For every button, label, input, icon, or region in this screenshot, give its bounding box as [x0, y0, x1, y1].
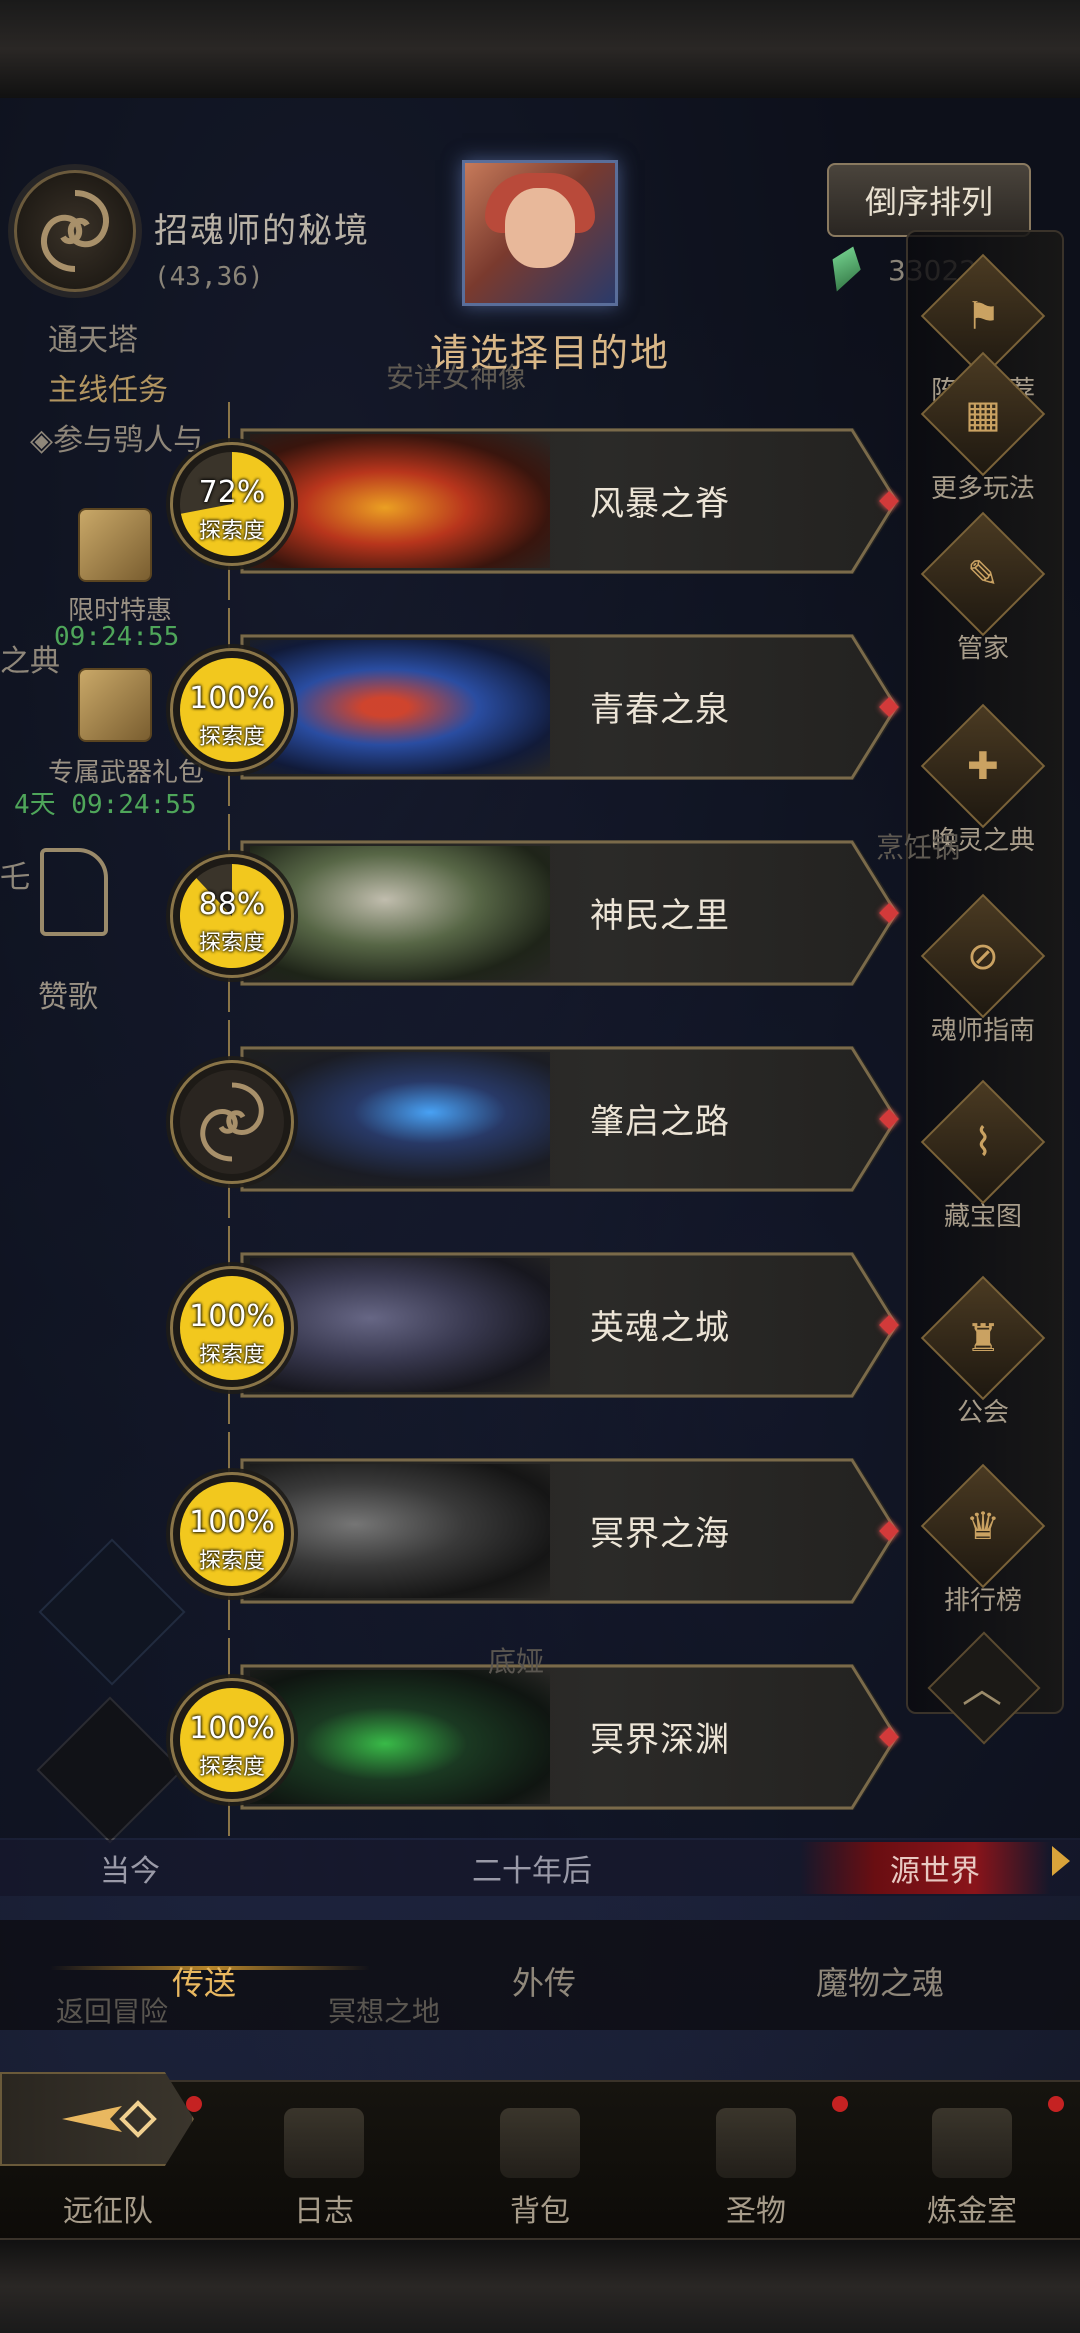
destination-card[interactable]: 英魂之城 100% 探索度: [170, 1226, 900, 1424]
badge-ornament: [228, 1178, 230, 1218]
weapon-pack-timer: 4天 09:24:55: [14, 790, 197, 820]
butler-button[interactable]: ✎ 管家: [906, 511, 1060, 665]
explore-progress-badge: 100% 探索度: [170, 1678, 294, 1802]
badge-ornament: [228, 1796, 230, 1836]
limited-offer-timer: 09:24:55: [54, 622, 180, 652]
notification-dot: [186, 2096, 202, 2112]
bag-icon: [500, 2108, 580, 2178]
progress-pie: [180, 1070, 284, 1174]
scene-label: 返回冒险: [56, 1995, 169, 2028]
harp-icon[interactable]: [40, 848, 108, 936]
explore-percent: 100%: [189, 681, 275, 716]
map-coordinates: (43,36): [154, 262, 264, 292]
nav-alchemy[interactable]: 炼金室: [882, 2090, 1062, 2230]
destination-name: 英魂之城: [590, 1308, 730, 1348]
badge-ornament: [228, 1590, 230, 1630]
player-avatar[interactable]: [462, 160, 618, 306]
chevron-up-icon: ︿: [962, 1666, 1002, 1712]
guild-icon: ♜: [920, 1275, 1046, 1401]
badge-ornament: [228, 1020, 230, 1060]
modal-title: 请选择目的地: [429, 331, 670, 375]
scene-label: 底娅: [488, 1645, 545, 1678]
destination-card[interactable]: 冥界之海 100% 探索度: [170, 1432, 900, 1630]
explore-label: 探索度: [198, 519, 265, 544]
explore-label: 探索度: [198, 1755, 265, 1780]
compass-icon: ⊘: [920, 893, 1046, 1019]
quill-icon: ✎: [920, 511, 1046, 637]
explore-progress-badge: [170, 1060, 294, 1184]
trophy-icon: ♛: [920, 1463, 1046, 1589]
explore-progress-badge: 88% 探索度: [170, 854, 294, 978]
badge-ornament: [228, 814, 230, 854]
destination-card[interactable]: 青春之泉 100% 探索度: [170, 608, 900, 806]
destination-name: 青春之泉: [590, 690, 730, 730]
map-icon: ⌇: [920, 1079, 1046, 1205]
chalice-icon: [716, 2108, 796, 2178]
explore-progress-badge: 100% 探索度: [170, 1266, 294, 1390]
explore-percent: 88%: [198, 887, 266, 922]
nav-log[interactable]: 日志: [234, 2090, 414, 2230]
badge-ornament: [228, 972, 230, 1012]
badge-ornament: [228, 766, 230, 806]
map-name: 招魂师的秘境: [154, 211, 370, 251]
side-label-cut: 乇: [0, 860, 30, 895]
top-frame-bar: [0, 0, 1080, 100]
explore-progress-badge: 100% 探索度: [170, 1472, 294, 1596]
gift-box-icon[interactable]: [78, 668, 152, 742]
badge-ornament: [228, 608, 230, 648]
destination-card[interactable]: 肇启之路: [170, 1020, 900, 1218]
map-emblem-icon: [14, 170, 136, 292]
explore-progress-badge: 72% 探索度: [170, 442, 294, 566]
tab-monster-soul[interactable]: 魔物之魂: [816, 1958, 944, 2004]
nav-relic[interactable]: 圣物: [666, 2090, 846, 2230]
destination-card[interactable]: 神民之里 88% 探索度: [170, 814, 900, 1012]
quest-join[interactable]: ◈参与鸮人与: [30, 415, 203, 459]
side-label-cut: 之典: [0, 644, 60, 679]
gift-box-icon[interactable]: [78, 508, 152, 582]
tab-side-story[interactable]: 外传: [512, 1958, 576, 2004]
explore-percent: 100%: [189, 1505, 275, 1540]
explore-label: 探索度: [198, 1343, 265, 1368]
destination-name: 冥界深渊: [590, 1720, 730, 1760]
bottom-frame-bar: [0, 2238, 1080, 2333]
badge-ornament: [228, 1384, 230, 1424]
tab-teleport[interactable]: 传送: [172, 1958, 236, 2004]
explore-label: 探索度: [198, 725, 265, 750]
guild-button[interactable]: ♜ 公会: [906, 1275, 1060, 1429]
era-tab-origin[interactable]: 源世界: [890, 1846, 980, 1890]
era-tab-later[interactable]: 二十年后: [472, 1846, 592, 1890]
explore-label: 探索度: [198, 931, 265, 956]
scroll-icon: [284, 2108, 364, 2178]
era-tab-now[interactable]: 当今: [100, 1846, 160, 1890]
explore-percent: 72%: [198, 475, 266, 510]
scene-label: 冥想之地: [328, 1995, 441, 2028]
hymn-label[interactable]: 赞歌: [38, 972, 98, 1016]
destination-name: 肇启之路: [590, 1102, 730, 1142]
alchemy-icon: [932, 2108, 1012, 2178]
badge-ornament: [228, 1638, 230, 1678]
explore-percent: 100%: [189, 1299, 275, 1334]
nav-expedition[interactable]: 远征队: [18, 2090, 198, 2230]
guide-button[interactable]: ⊘ 魂师指南: [906, 893, 1060, 1047]
badge-ornament: [228, 1226, 230, 1266]
destination-name: 冥界之海: [590, 1514, 730, 1554]
explore-percent: 100%: [189, 1711, 275, 1746]
destination-name: 神民之里: [590, 896, 730, 936]
treasure-map-button[interactable]: ⌇ 藏宝图: [906, 1079, 1060, 1233]
nav-bag[interactable]: 背包: [450, 2090, 630, 2230]
destination-card[interactable]: 冥界深渊 100% 探索度: [170, 1638, 900, 1836]
leaderboard-button[interactable]: ♛ 排行榜: [906, 1463, 1060, 1617]
explore-progress-badge: 100% 探索度: [170, 648, 294, 772]
explore-label: 探索度: [198, 1549, 265, 1574]
book-icon: ✚: [920, 703, 1046, 829]
badge-ornament: [228, 1432, 230, 1472]
destination-name: 风暴之脊: [590, 484, 730, 524]
reverse-sort-button[interactable]: 倒序排列: [827, 163, 1031, 237]
badge-ornament: [228, 402, 230, 442]
badge-ornament: [228, 560, 230, 600]
destination-card[interactable]: 风暴之脊 72% 探索度: [170, 402, 900, 600]
